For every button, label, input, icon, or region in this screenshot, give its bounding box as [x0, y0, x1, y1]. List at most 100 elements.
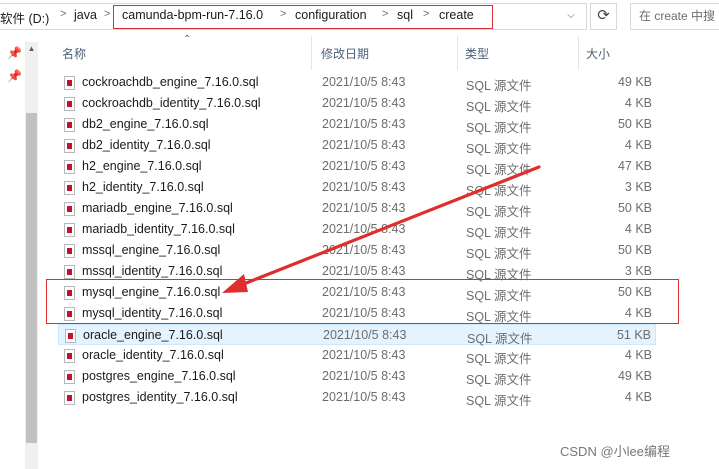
file-date: 2021/10/5 8:43	[322, 390, 406, 404]
file-size: 3 KB	[624, 264, 652, 278]
file-type: SQL 源文件	[466, 247, 532, 261]
sql-file-icon	[64, 181, 75, 195]
scroll-up-icon[interactable]: ▲	[25, 42, 38, 56]
file-name: cockroachdb_engine_7.16.0.sql	[82, 75, 259, 89]
file-type: SQL 源文件	[466, 394, 532, 408]
file-row[interactable]: db2_identity_7.16.0.sql 2021/10/5 8:43 SQL…	[58, 135, 656, 156]
column-header-date[interactable]: 修改日期	[321, 45, 369, 62]
path-highlight-box	[113, 5, 493, 29]
file-type: SQL 源文件	[466, 184, 532, 198]
file-name: h2_engine_7.16.0.sql	[82, 159, 202, 173]
sql-file-icon	[64, 391, 75, 405]
file-size: 4 KB	[624, 222, 652, 236]
file-row[interactable]: mariadb_identity_7.16.0.sql 2021/10/5 8:4…	[58, 219, 656, 240]
column-divider[interactable]	[578, 36, 579, 70]
file-name: oracle_identity_7.16.0.sql	[82, 348, 224, 362]
file-date: 2021/10/5 8:43	[322, 96, 406, 110]
file-row[interactable]: mariadb_engine_7.16.0.sql 2021/10/5 8:43 S…	[58, 198, 656, 219]
file-name: postgres_identity_7.16.0.sql	[82, 390, 238, 404]
file-type: SQL 源文件	[466, 373, 532, 387]
address-bar[interactable]: 软件 (D:) > java > camunda-bpm-run-7.16.0 …	[0, 0, 719, 32]
search-input[interactable]: 在 create 中搜	[630, 3, 719, 30]
file-type: SQL 源文件	[466, 79, 532, 93]
chevron-right-icon[interactable]: >	[104, 8, 110, 20]
file-row[interactable]: cockroachdb_identity_7.16.0.sql 2021/10/5…	[58, 93, 656, 114]
chevron-right-icon[interactable]: >	[60, 8, 66, 20]
file-size: 4 KB	[624, 348, 652, 362]
column-header	[38, 32, 719, 69]
file-type: SQL 源文件	[466, 226, 532, 240]
file-size: 4 KB	[624, 390, 652, 404]
file-row[interactable]: postgres_engine_7.16.0.sql 2021/10/5 8:43…	[58, 366, 656, 387]
file-date: 2021/10/5 8:43	[322, 222, 406, 236]
chevron-down-icon[interactable]: ⌵	[562, 7, 580, 25]
file-date: 2021/10/5 8:43	[322, 369, 406, 383]
sql-file-icon	[64, 265, 75, 279]
file-size: 3 KB	[624, 180, 652, 194]
sql-file-icon	[64, 244, 75, 258]
file-row[interactable]: postgres_identity_7.16.0.sql 2021/10/5 8:…	[58, 387, 656, 408]
file-name: db2_engine_7.16.0.sql	[82, 117, 209, 131]
file-name: cockroachdb_identity_7.16.0.sql	[82, 96, 261, 110]
file-name: postgres_engine_7.16.0.sql	[82, 369, 236, 383]
file-size: 47 KB	[617, 159, 652, 173]
file-row[interactable]: db2_engine_7.16.0.sql 2021/10/5 8:43 SQL 源…	[58, 114, 656, 135]
file-size: 50 KB	[617, 117, 652, 131]
sql-file-icon	[64, 160, 75, 174]
file-date: 2021/10/5 8:43	[322, 348, 406, 362]
file-type: SQL 源文件	[466, 142, 532, 156]
file-date: 2021/10/5 8:43	[322, 180, 406, 194]
nav-scrollbar-thumb[interactable]	[26, 113, 37, 443]
file-row[interactable]: oracle_engine_7.16.0.sql 2021/10/5 8:43 SQ…	[58, 324, 656, 346]
file-type: SQL 源文件	[466, 163, 532, 177]
file-name: mariadb_engine_7.16.0.sql	[82, 201, 233, 215]
file-date: 2021/10/5 8:43	[322, 138, 406, 152]
column-header-type[interactable]: 类型	[465, 45, 489, 62]
mysql-highlight-box	[46, 279, 679, 324]
sql-file-icon	[64, 97, 75, 111]
file-date: 2021/10/5 8:43	[322, 243, 406, 257]
file-size: 4 KB	[624, 138, 652, 152]
file-date: 2021/10/5 8:43	[322, 117, 406, 131]
sql-file-icon	[65, 329, 76, 343]
file-name: h2_identity_7.16.0.sql	[82, 180, 204, 194]
file-size: 51 KB	[616, 328, 651, 342]
column-divider[interactable]	[457, 36, 458, 70]
file-size: 4 KB	[624, 96, 652, 110]
sql-file-icon	[64, 202, 75, 216]
sql-file-icon	[64, 370, 75, 384]
file-size: 50 KB	[617, 243, 652, 257]
watermark-text: CSDN @小lee编程	[560, 444, 670, 459]
column-header-size[interactable]: 大小	[586, 45, 610, 62]
file-date: 2021/10/5 8:43	[322, 75, 406, 89]
breadcrumb-java[interactable]: java	[74, 8, 97, 22]
file-type: SQL 源文件	[466, 121, 532, 135]
file-date: 2021/10/5 8:43	[322, 264, 406, 278]
file-date: 2021/10/5 8:43	[322, 159, 406, 173]
column-divider[interactable]	[311, 36, 312, 70]
file-name: mssql_engine_7.16.0.sql	[82, 243, 221, 257]
file-type: SQL 源文件	[466, 205, 532, 219]
file-size: 49 KB	[617, 369, 652, 383]
file-type: SQL 源文件	[466, 100, 532, 114]
pin-icon[interactable]: 📌	[7, 69, 22, 83]
breadcrumb-drive[interactable]: 软件 (D:)	[0, 8, 49, 27]
file-size: 49 KB	[617, 75, 652, 89]
file-row[interactable]: h2_identity_7.16.0.sql 2021/10/5 8:43 SQL …	[58, 177, 656, 198]
file-row[interactable]: mssql_engine_7.16.0.sql 2021/10/5 8:43 SQL…	[58, 240, 656, 261]
file-date: 2021/10/5 8:43	[323, 328, 407, 342]
file-row[interactable]: oracle_identity_7.16.0.sql 2021/10/5 8:43…	[58, 345, 656, 366]
sql-file-icon	[64, 349, 75, 363]
pin-icon[interactable]: 📌	[7, 46, 22, 60]
refresh-icon[interactable]: ⟳	[590, 3, 617, 30]
column-header-name[interactable]: 名称	[62, 45, 86, 62]
sql-file-icon	[64, 118, 75, 132]
file-size: 50 KB	[617, 201, 652, 215]
sql-file-icon	[64, 76, 75, 90]
file-name: mssql_identity_7.16.0.sql	[82, 264, 223, 278]
file-row[interactable]: cockroachdb_engine_7.16.0.sql 2021/10/5 8…	[58, 72, 656, 93]
file-name: oracle_engine_7.16.0.sql	[83, 328, 223, 342]
sql-file-icon	[64, 139, 75, 153]
sql-file-icon	[64, 223, 75, 237]
file-row[interactable]: h2_engine_7.16.0.sql 2021/10/5 8:43 SQL 源文…	[58, 156, 656, 177]
